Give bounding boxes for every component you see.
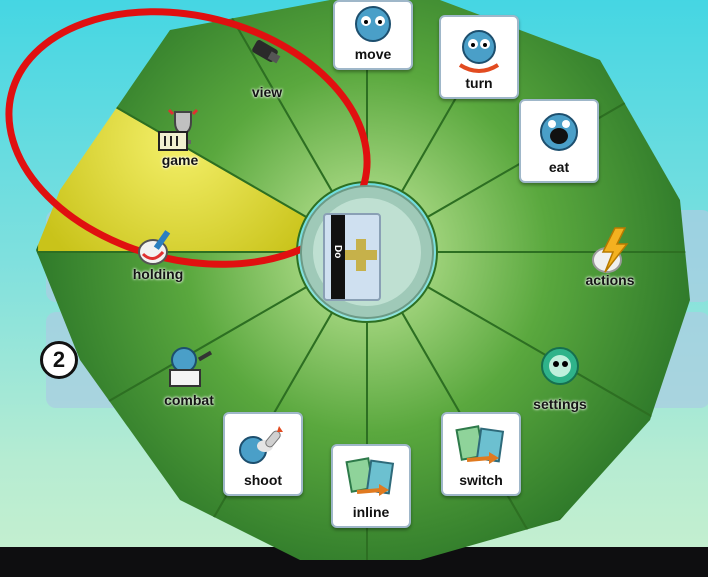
shoot-missile-icon bbox=[239, 426, 283, 464]
character-turn-icon bbox=[458, 30, 500, 73]
gear-settings-icon bbox=[541, 347, 579, 385]
menu-item-holding[interactable]: holding bbox=[113, 216, 203, 296]
lightning-actions-icon bbox=[592, 227, 629, 273]
menu-item-game[interactable]: game bbox=[135, 98, 225, 178]
menu-item-switch[interactable]: switch bbox=[441, 412, 521, 496]
game-trophy-icon bbox=[158, 108, 199, 151]
combat-character-icon bbox=[169, 347, 213, 387]
menu-item-inline[interactable]: inline bbox=[331, 444, 411, 528]
camera-view-icon bbox=[252, 40, 281, 64]
menu-item-move[interactable]: move bbox=[333, 0, 413, 70]
character-eat-icon bbox=[540, 113, 578, 151]
switch-pages-icon bbox=[455, 425, 505, 464]
character-move-icon bbox=[355, 6, 391, 42]
menu-item-combat[interactable]: combat bbox=[144, 336, 234, 416]
menu-item-shoot[interactable]: shoot bbox=[223, 412, 303, 496]
inline-pages-icon bbox=[345, 457, 395, 496]
menu-item-eat[interactable]: eat bbox=[519, 99, 599, 183]
holding-hand-icon bbox=[138, 230, 171, 265]
menu-item-settings[interactable]: settings bbox=[515, 336, 605, 416]
menu-item-turn[interactable]: turn bbox=[439, 15, 519, 99]
page-number-badge: 2 bbox=[40, 341, 78, 379]
menu-item-view[interactable]: view bbox=[222, 14, 312, 100]
menu-item-actions[interactable]: actions bbox=[565, 218, 655, 298]
plus-icon bbox=[345, 239, 377, 271]
